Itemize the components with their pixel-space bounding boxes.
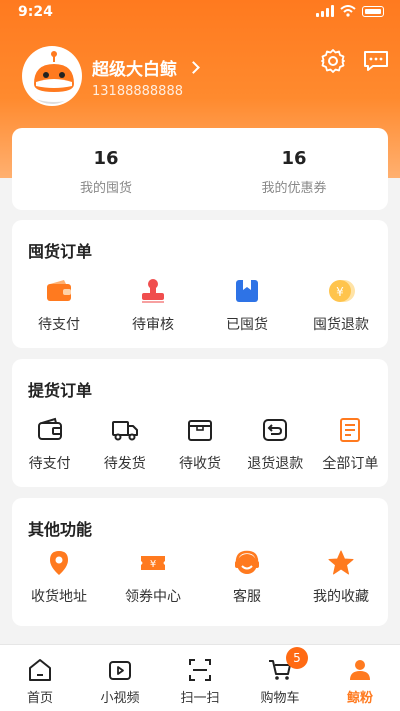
scan-icon	[189, 659, 211, 681]
stock-refund[interactable]: ¥ 囤货退款	[294, 276, 388, 334]
person-icon	[350, 660, 370, 680]
username-link[interactable]: 超级大白鲸	[92, 55, 200, 80]
bottom-tab-bar: 首页 小视频 扫一扫 5 购物车 鲸粉	[0, 644, 400, 711]
section-title: 其他功能	[28, 520, 93, 539]
pickup-all-orders[interactable]: 全部订单	[313, 415, 388, 473]
stat-stock[interactable]: 16 我的囤货	[12, 128, 200, 210]
username: 超级大白鲸	[92, 60, 177, 80]
document-icon	[340, 418, 361, 442]
phone-number: 13188888888	[92, 84, 183, 99]
stat-value: 16	[93, 148, 119, 169]
tab-short-video[interactable]: 小视频	[80, 645, 160, 711]
grid-label: 囤货退款	[313, 317, 369, 333]
grid-label: 待支付	[28, 456, 71, 472]
stat-coupons[interactable]: 16 我的优惠券	[200, 128, 388, 210]
stat-label: 我的囤货	[79, 181, 132, 196]
wifi-icon	[340, 5, 356, 17]
wallet-outline-icon	[37, 417, 62, 440]
wallet-icon	[47, 280, 71, 301]
truck-icon	[111, 421, 138, 441]
section-title: 提货订单	[28, 381, 93, 400]
svg-text:¥: ¥	[336, 285, 344, 299]
pickup-orders-grid: 待支付 待发货 待收货 退货退款 全部订单	[12, 415, 388, 473]
coupon-center[interactable]: ¥ 领券中心	[106, 548, 200, 606]
grid-label: 全部订单	[322, 456, 379, 472]
avatar[interactable]	[22, 46, 82, 106]
signal-icon	[316, 5, 334, 17]
stat-label: 我的优惠券	[261, 181, 327, 196]
tab-label: 鲸粉	[346, 691, 373, 706]
grid-label: 退货退款	[247, 456, 304, 472]
stock-orders-card: 囤货订单 待支付 待审核 已囤货 ¥ 囤货退款	[12, 220, 388, 348]
bookmark-box-icon	[236, 280, 258, 302]
stock-stocked[interactable]: 已囤货	[200, 276, 294, 334]
other-functions-card: 其他功能 收货地址 ¥ 领券中心 客服 我的收藏	[12, 498, 388, 626]
other-functions-grid: 收货地址 ¥ 领券中心 客服 我的收藏	[12, 548, 388, 606]
tab-label: 扫一扫	[180, 691, 220, 706]
grid-label: 待支付	[38, 317, 80, 333]
pickup-pending-shipment[interactable]: 待发货	[87, 415, 162, 473]
gear-icon[interactable]	[320, 48, 346, 74]
location-pin-icon	[50, 551, 68, 575]
message-icon[interactable]	[363, 48, 389, 74]
pickup-pending-receipt[interactable]: 待收货	[162, 415, 237, 473]
stock-orders-grid: 待支付 待审核 已囤货 ¥ 囤货退款	[12, 276, 388, 334]
status-time: 9:24	[18, 4, 53, 20]
grid-label: 待发货	[103, 456, 146, 472]
star-icon	[328, 550, 354, 575]
shipping-address[interactable]: 收货地址	[12, 548, 106, 606]
tab-label: 首页	[26, 691, 53, 706]
tab-cart[interactable]: 5 购物车	[240, 645, 320, 711]
grid-label: 客服	[233, 589, 261, 605]
stats-card: 16 我的囤货 16 我的优惠券	[12, 128, 388, 210]
tab-scan[interactable]: 扫一扫	[160, 645, 240, 711]
pickup-orders-card: 提货订单 待支付 待发货 待收货 退货退款 全部订单	[12, 359, 388, 487]
stock-pending-payment[interactable]: 待支付	[12, 276, 106, 334]
home-icon	[29, 659, 51, 681]
coin-icon: ¥	[329, 280, 355, 302]
section-title: 囤货订单	[28, 242, 93, 261]
my-favorites[interactable]: 我的收藏	[294, 548, 388, 606]
chevron-right-icon	[187, 61, 200, 74]
grid-label: 待收货	[179, 456, 221, 472]
coupon-icon: ¥	[141, 556, 165, 570]
pickup-pending-payment[interactable]: 待支付	[12, 415, 87, 473]
tab-label: 购物车	[260, 691, 300, 706]
cart-count-badge: 5	[286, 647, 308, 669]
return-icon	[263, 419, 288, 441]
battery-icon	[362, 5, 384, 17]
grid-label: 领券中心	[125, 589, 181, 605]
pickup-return-refund[interactable]: 退货退款	[238, 415, 313, 473]
svg-text:¥: ¥	[150, 559, 156, 570]
video-icon	[109, 661, 131, 680]
grid-label: 待审核	[132, 317, 174, 333]
status-icons	[316, 5, 384, 17]
box-icon	[188, 420, 212, 441]
headset-icon	[235, 550, 259, 574]
status-bar: 9:24	[0, 0, 400, 24]
customer-service[interactable]: 客服	[200, 548, 294, 606]
stock-under-review[interactable]: 待审核	[106, 276, 200, 334]
tab-home[interactable]: 首页	[0, 645, 80, 711]
stat-value: 16	[281, 148, 307, 169]
grid-label: 收货地址	[31, 589, 87, 605]
grid-label: 我的收藏	[313, 589, 369, 605]
grid-label: 已囤货	[226, 317, 268, 333]
tab-profile[interactable]: 鲸粉	[320, 645, 400, 711]
tab-label: 小视频	[100, 691, 140, 706]
stamp-icon	[142, 279, 164, 303]
